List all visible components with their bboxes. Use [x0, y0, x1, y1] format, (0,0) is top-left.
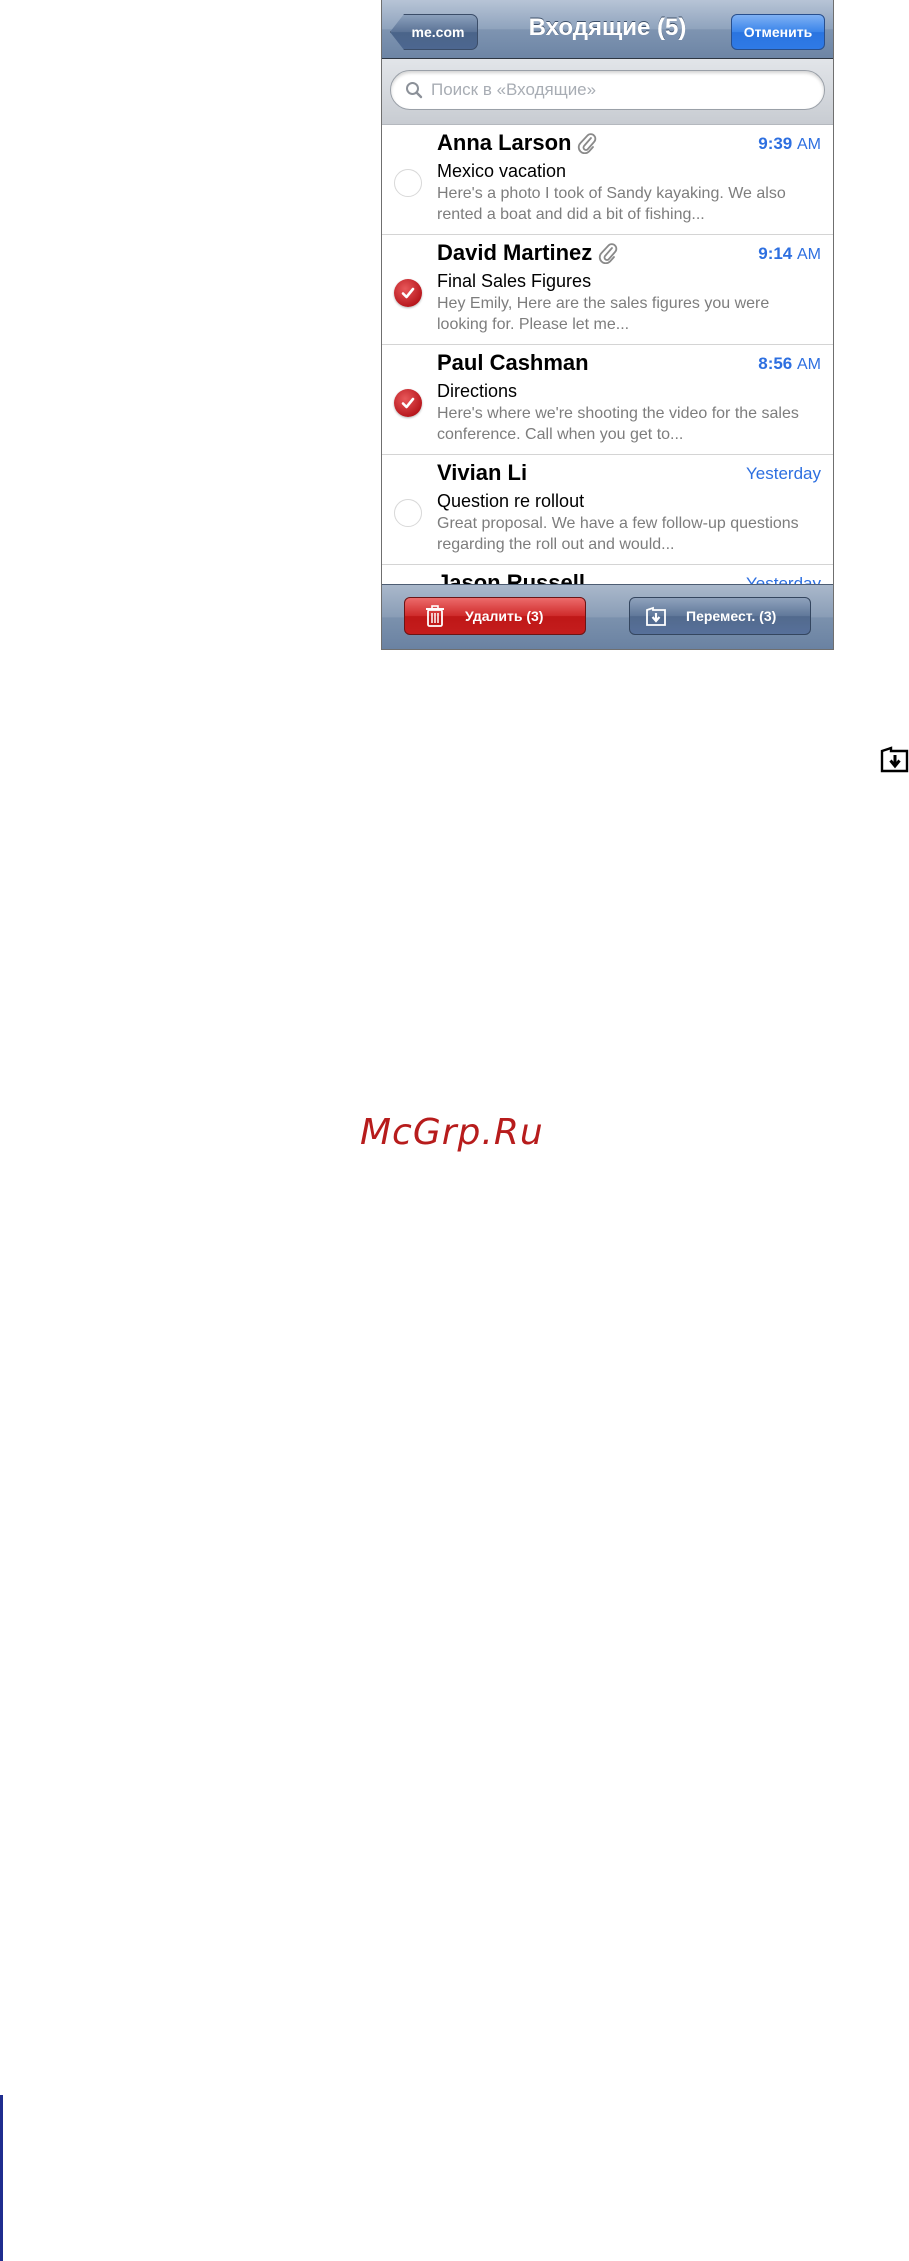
message-preview: Hey Emily, Here are the sales figures yo… — [437, 295, 770, 333]
selected-checkmark[interactable] — [394, 279, 422, 307]
time-ampm: AM — [797, 136, 821, 153]
message-time: 9:39 AM — [758, 134, 821, 154]
page-edge-rule — [0, 2095, 3, 2261]
sender-label: Vivian Li — [437, 460, 528, 485]
selected-checkmark[interactable] — [394, 389, 422, 417]
cancel-button[interactable]: Отменить — [731, 14, 825, 50]
message-time: 8:56 AM — [758, 354, 821, 374]
message-row[interactable]: Paul Cashman 8:56 AM Directions Here's wher… — [382, 345, 833, 455]
message-row[interactable]: David Martinez 9:14 AM Final Sales Figures… — [382, 235, 833, 345]
delete-label: Удалить (3) — [465, 608, 544, 624]
sender-label: Paul Cashman — [437, 350, 589, 375]
message-row[interactable]: Anna Larson 9:39 AM Mexico vacation Here's … — [382, 125, 833, 235]
message-subject: Question re rollout — [437, 491, 585, 511]
mail-screen: me.com Входящие (5) Отменить Поиск в «Вх… — [381, 0, 834, 650]
message-subject: Directions — [437, 381, 518, 401]
search-input[interactable]: Поиск в «Входящие» — [390, 70, 825, 110]
paperclip-icon — [599, 243, 618, 264]
sender-name: Vivian Li — [437, 460, 527, 486]
time-value: 8:56 — [758, 354, 793, 373]
checkmark-icon — [401, 287, 415, 299]
message-time: Yesterday — [746, 464, 821, 484]
message-subject: Mexico vacation — [437, 161, 567, 181]
message-preview: Here's where we're shooting the video fo… — [437, 405, 799, 443]
delete-button[interactable]: Удалить (3) — [404, 597, 586, 635]
search-icon — [406, 82, 423, 99]
time-value: 9:39 — [758, 134, 793, 153]
message-row[interactable]: Vivian Li Yesterday Question re rollout Gre… — [382, 455, 833, 565]
move-folder-icon — [880, 746, 909, 773]
message-time: 9:14 AM — [758, 244, 821, 264]
message-subject: Final Sales Figures — [437, 271, 592, 291]
time-value: 9:14 — [758, 244, 793, 263]
select-circle[interactable] — [394, 499, 422, 527]
search-placeholder: Поиск в «Входящие» — [431, 80, 597, 99]
edit-toolbar: Удалить (3) Перемест. (3) — [382, 584, 833, 649]
sender-name: Paul Cashman — [437, 350, 589, 376]
time-ampm: AM — [797, 356, 821, 373]
watermark-text: McGrp.Ru — [360, 1112, 544, 1153]
navigation-bar: me.com Входящие (5) Отменить — [382, 0, 833, 59]
sender-label: David Martinez — [437, 240, 593, 265]
checkmark-icon — [401, 397, 415, 409]
select-circle[interactable] — [394, 169, 422, 197]
message-list: Anna Larson 9:39 AM Mexico vacation Here's … — [382, 125, 833, 649]
sender-name: David Martinez — [437, 240, 618, 266]
sender-name: Anna Larson — [437, 130, 597, 156]
sender-label: Anna Larson — [437, 130, 572, 155]
move-label: Перемест. (3) — [686, 608, 777, 624]
search-bar: Поиск в «Входящие» — [382, 59, 833, 125]
paperclip-icon — [578, 133, 597, 154]
time-ampm: AM — [797, 246, 821, 263]
move-button[interactable]: Перемест. (3) — [629, 597, 811, 635]
message-preview: Great proposal. We have a few follow-up … — [437, 515, 799, 553]
trash-icon — [426, 605, 444, 627]
folder-arrow-icon — [646, 606, 666, 626]
message-preview: Here's a photo I took of Sandy kayaking.… — [437, 185, 786, 223]
time-value: Yesterday — [746, 464, 821, 483]
